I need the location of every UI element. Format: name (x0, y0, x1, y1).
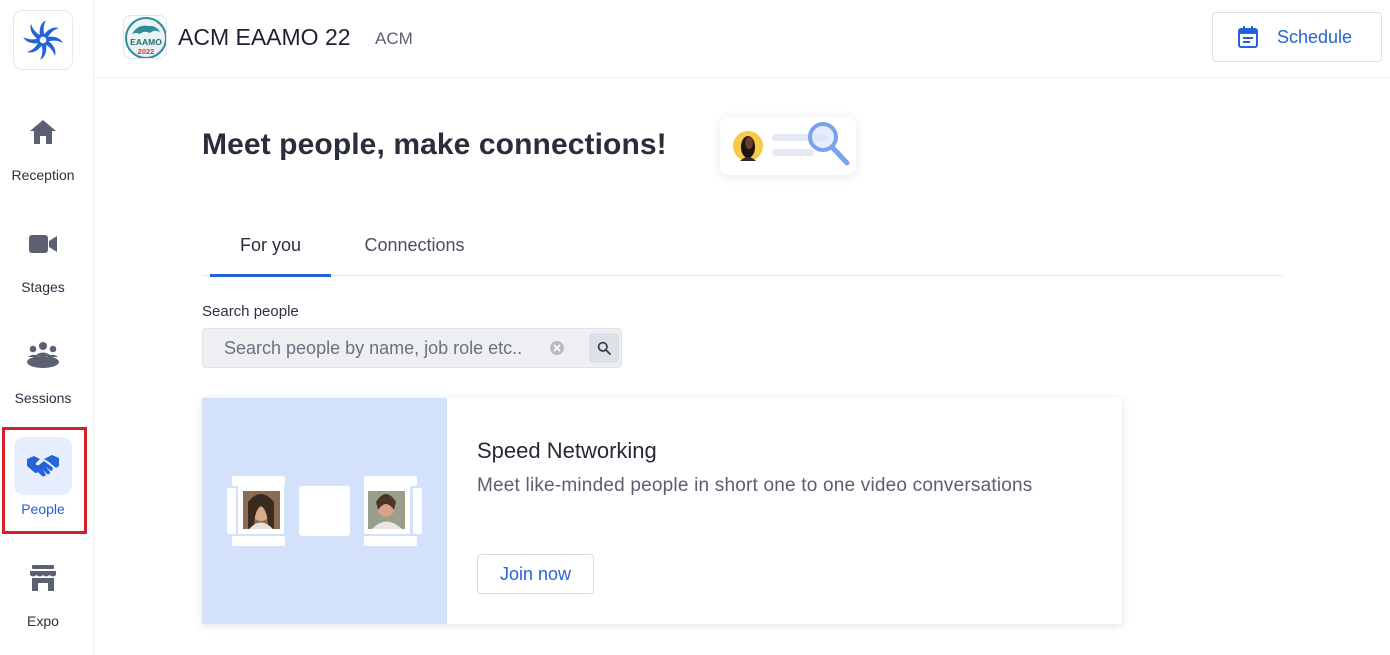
tab-connections[interactable]: Connections (352, 224, 477, 276)
highlight-box (2, 427, 87, 534)
video-camera-icon (14, 215, 72, 273)
sidebar-item-expo[interactable]: Expo (0, 549, 86, 629)
group-icon (14, 326, 72, 384)
sidebar-item-label: Expo (27, 613, 59, 629)
clear-icon[interactable] (550, 341, 564, 355)
speed-networking-card: Speed Networking Meet like-minded people… (202, 398, 1122, 624)
sidebar-item-label: Sessions (14, 390, 72, 406)
sidebar-item-label: Reception (11, 167, 75, 183)
sidebar-item-sessions[interactable]: Sessions (0, 326, 86, 406)
search-box (202, 328, 622, 368)
home-icon (14, 103, 72, 161)
page-title: Meet people, make connections! (202, 128, 667, 161)
svg-text:EAAMO: EAAMO (130, 37, 162, 47)
schedule-label: Schedule (1277, 26, 1353, 47)
search-icon (597, 341, 611, 355)
event-logo[interactable]: EAAMO 2022 (123, 15, 167, 59)
sidebar: Reception Stages Sessions People Expo (0, 0, 94, 655)
search-button[interactable] (589, 333, 619, 363)
top-bar: EAAMO 2022 ACM EAAMO 22 ACM Schedule (94, 0, 1390, 78)
store-icon (14, 549, 72, 607)
card-description: Meet like-minded people in short one to … (477, 475, 1033, 496)
sidebar-item-label: Stages (21, 279, 65, 295)
pinwheel-logo-icon (23, 20, 63, 60)
people-search-illustration (720, 117, 856, 175)
app-logo[interactable] (13, 10, 73, 70)
svg-text:2022: 2022 (138, 47, 155, 56)
calendar-icon (1238, 26, 1258, 48)
people-tabs: For you Connections (202, 224, 1282, 277)
sidebar-item-stages[interactable]: Stages (0, 215, 86, 295)
search-input[interactable] (203, 329, 543, 367)
join-now-button[interactable]: Join now (477, 554, 594, 594)
tab-for-you[interactable]: For you (210, 224, 331, 277)
speed-networking-illustration (202, 398, 447, 624)
event-organizer: ACM (375, 29, 413, 48)
schedule-button[interactable]: Schedule (1212, 12, 1382, 62)
search-label: Search people (202, 303, 299, 320)
sidebar-item-reception[interactable]: Reception (0, 103, 86, 183)
card-title: Speed Networking (477, 438, 657, 463)
eaamo-logo-icon: EAAMO 2022 (125, 17, 166, 58)
event-title: ACM EAAMO 22 (178, 24, 351, 50)
